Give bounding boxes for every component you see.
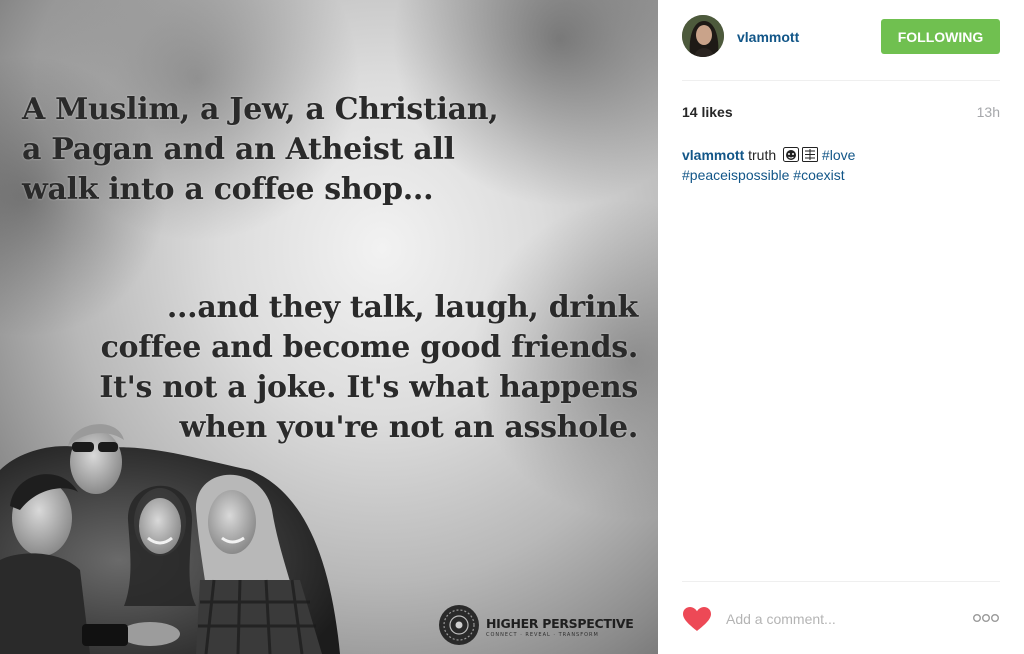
people-photo	[0, 424, 340, 654]
post-image[interactable]: A Muslim, a Jew, a Christian, a Pagan an…	[0, 0, 658, 654]
post-details-panel: vlammott Following 14 likes 13h vlammott…	[658, 0, 1024, 654]
caption-username-link[interactable]: vlammott	[682, 147, 744, 163]
hashtag-link[interactable]: #coexist	[793, 167, 844, 183]
heart-icon[interactable]	[682, 606, 712, 632]
likes-count[interactable]: 14 likes	[682, 104, 733, 120]
post-caption: vlammott truth #love #peaceispossible #c…	[682, 145, 1000, 185]
post-timestamp[interactable]: 13h	[977, 104, 1000, 120]
brand-watermark: HIGHER PERSPECTIVE CONNECT · REVEAL · TR…	[438, 604, 648, 648]
quote-bottom-line: ...and they talk, laugh, drink	[166, 290, 638, 325]
avatar-photo	[682, 15, 724, 57]
brand-tagline: CONNECT · REVEAL · TRANSFORM	[486, 632, 599, 638]
gif-box-icon	[802, 147, 819, 162]
post-header: vlammott Following	[682, 14, 1000, 81]
following-button[interactable]: Following	[881, 19, 1000, 54]
quote-top-line: a Pagan and an Atheist all	[22, 132, 455, 167]
quote-top-line: A Muslim, a Jew, a Christian,	[22, 92, 499, 127]
divider	[682, 581, 1000, 582]
caption-text: truth	[748, 147, 777, 163]
brand-mandala-icon	[439, 605, 479, 645]
quote-top: A Muslim, a Jew, a Christian, a Pagan an…	[22, 90, 622, 210]
more-options-icon[interactable]	[972, 611, 1000, 625]
brand-name: HIGHER PERSPECTIVE	[486, 616, 634, 631]
header-username-link[interactable]: vlammott	[737, 29, 799, 45]
add-comment-input[interactable]	[726, 608, 956, 630]
face-icon	[783, 147, 800, 162]
hashtag-link[interactable]: #love	[822, 147, 855, 163]
avatar[interactable]	[682, 15, 724, 57]
quote-bottom-line: It's not a joke. It's what happens	[99, 370, 638, 405]
post-meta: 14 likes 13h	[682, 104, 1000, 124]
quote-bottom-line: coffee and become good friends.	[100, 330, 639, 365]
comment-bar	[682, 605, 1000, 633]
hashtag-link[interactable]: #peaceispossible	[682, 167, 789, 183]
quote-top-line: walk into a coffee shop...	[22, 172, 434, 207]
